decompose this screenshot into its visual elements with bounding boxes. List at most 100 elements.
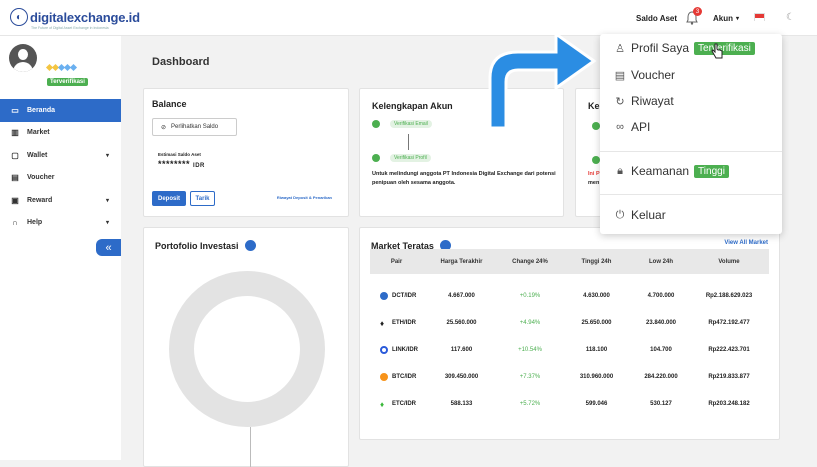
show-balance-label: Perlihatkan Saldo bbox=[171, 124, 219, 130]
hidden-balance: ******** IDR bbox=[158, 159, 205, 169]
monitor-icon: ▭ bbox=[11, 105, 19, 115]
brand-logo[interactable]: ◐ digitalexchange.id The Future of Digit… bbox=[10, 8, 140, 30]
chevron-down-icon: ▾ bbox=[105, 152, 109, 159]
logo-icon: ◐ bbox=[10, 8, 28, 26]
brand-tagline: The Future of Digital Asset Exchange in … bbox=[31, 26, 109, 30]
step-email-label: Verifikasi Email bbox=[390, 120, 432, 128]
partial-line2: men bbox=[588, 180, 600, 186]
trend-icon[interactable] bbox=[244, 240, 256, 251]
sidebar-nav: ▭ Beranda ▥ Market ▢ Wallet ▾ ▤ Voucher ▣ Rewa… bbox=[0, 99, 121, 234]
menu-item-label: Voucher bbox=[631, 68, 676, 82]
menu-item-profile[interactable]: ♙ Profil Saya Terverifikasi bbox=[614, 41, 755, 55]
sidebar-item-help[interactable]: ∩ Help ▾ bbox=[0, 212, 121, 235]
chart-icon: ▥ bbox=[11, 128, 19, 138]
column-header[interactable]: Pair bbox=[370, 259, 423, 265]
chevron-down-icon: ▾ bbox=[736, 15, 740, 22]
sidebar-item-market[interactable]: ▥ Market bbox=[0, 122, 121, 145]
power-icon: ⏻ bbox=[615, 208, 625, 221]
moon-icon[interactable]: ☾ bbox=[786, 12, 795, 23]
sidebar-item-reward[interactable]: ▣ Reward ▾ bbox=[0, 189, 121, 212]
step-email: Verifikasi Email bbox=[372, 120, 432, 128]
chevron-down-icon: ▾ bbox=[105, 220, 109, 227]
menu-item-security[interactable]: 🔒︎ Keamanan Tinggi bbox=[614, 164, 729, 178]
account-dropdown-menu: ♙ Profil Saya Terverifikasi ▤ Voucher ↻ Riwa… bbox=[600, 34, 782, 234]
gem-icon bbox=[69, 63, 78, 72]
menu-item-voucher[interactable]: ▤ Voucher bbox=[614, 68, 675, 82]
menu-item-history[interactable]: ↻ Riwayat bbox=[614, 94, 673, 108]
collapse-sidebar-button[interactable]: « bbox=[96, 239, 121, 256]
table-row[interactable]: DCT/IDR 4.667.000 +0.19% 4.630.000 4.700… bbox=[370, 283, 769, 309]
btc-coin-icon bbox=[380, 373, 388, 381]
column-header[interactable]: Harga Terakhir bbox=[423, 259, 500, 265]
deposit-button[interactable]: Deposit bbox=[152, 191, 186, 206]
check-icon bbox=[592, 156, 600, 164]
chart-pointer-line bbox=[250, 427, 251, 467]
wallet-icon: ▢ bbox=[11, 150, 19, 160]
security-level-badge: Tinggi bbox=[694, 164, 729, 178]
notification-badge: 3 bbox=[693, 7, 702, 16]
eth-coin-icon: ♦ bbox=[380, 318, 385, 328]
link-icon: ∞ bbox=[616, 121, 624, 133]
show-balance-button[interactable]: ⊘ Perlihatkan Saldo bbox=[152, 118, 237, 136]
check-icon bbox=[372, 154, 380, 162]
saldo-aset-link[interactable]: Saldo Aset bbox=[636, 0, 677, 36]
sidebar-item-beranda[interactable]: ▭ Beranda bbox=[0, 99, 121, 122]
market-card: Market Teratas View All Market Pair Harg… bbox=[359, 227, 780, 440]
step-profile: Verifikasi Profil bbox=[372, 154, 431, 162]
column-header[interactable]: Low 24h bbox=[633, 259, 689, 265]
indonesia-flag-icon[interactable] bbox=[754, 13, 765, 22]
sidebar-item-label: Market bbox=[27, 129, 50, 137]
column-header[interactable]: Change 24% bbox=[500, 259, 560, 265]
sidebar: Terverifikasi ▭ Beranda ▥ Market ▢ Wallet ▾ … bbox=[0, 36, 121, 460]
menu-item-logout[interactable]: ⏻ Keluar bbox=[614, 208, 666, 222]
table-row[interactable]: LINK/IDR 117.600 +10.54% 118.100 104.700… bbox=[370, 337, 769, 363]
market-table-header: Pair Harga Terakhir Change 24% Tinggi 24… bbox=[370, 249, 769, 274]
estimate-label: Estimasi Saldo Aset bbox=[158, 152, 201, 157]
step-profile-label: Verifikasi Profil bbox=[390, 154, 431, 162]
table-row[interactable]: ♦ ETH/IDR 25.560.000 +4.94% 25.650.000 23… bbox=[370, 310, 769, 336]
view-all-market-link[interactable]: View All Market bbox=[724, 240, 768, 246]
table-row[interactable]: ♦ ETC/IDR 588.133 +5.72% 599.046 530.127 … bbox=[370, 391, 769, 417]
menu-item-label: Keamanan bbox=[631, 164, 690, 178]
column-header[interactable]: Volume bbox=[689, 259, 769, 265]
chevron-down-icon: ▾ bbox=[105, 197, 109, 204]
headset-icon: ∩ bbox=[12, 218, 18, 228]
sidebar-item-label: Voucher bbox=[27, 174, 55, 182]
sidebar-item-voucher[interactable]: ▤ Voucher bbox=[0, 167, 121, 190]
account-menu[interactable]: Akun ▾ bbox=[713, 0, 739, 36]
menu-divider bbox=[600, 194, 782, 195]
dct-coin-icon bbox=[380, 292, 388, 300]
avatar[interactable] bbox=[9, 44, 37, 72]
account-label: Akun bbox=[713, 13, 733, 23]
voucher-icon: ▤ bbox=[614, 69, 626, 82]
voucher-icon: ▤ bbox=[11, 173, 19, 183]
completeness-title: Kelengkapan Akun bbox=[372, 101, 453, 111]
pointer-arrow-graphic bbox=[488, 31, 597, 130]
eye-off-icon: ⊘ bbox=[161, 124, 167, 131]
user-icon: ♙ bbox=[615, 42, 625, 55]
etc-coin-icon: ♦ bbox=[380, 399, 385, 409]
sidebar-item-label: Wallet bbox=[27, 151, 48, 159]
table-row[interactable]: BTC/IDR 309.450.000 +7.37% 310.960.000 2… bbox=[370, 364, 769, 390]
menu-divider bbox=[600, 151, 782, 152]
completeness-description: Untuk melindungi anggota PT Indonesia Di… bbox=[372, 171, 556, 186]
portfolio-title: Portofolio Investasi bbox=[155, 240, 239, 251]
deposit-history-link[interactable]: Riwayat Deposit & Penarikan bbox=[277, 195, 332, 200]
lock-icon: 🔒︎ bbox=[617, 164, 623, 177]
menu-item-label: Profil Saya bbox=[631, 41, 690, 55]
sidebar-item-wallet[interactable]: ▢ Wallet ▾ bbox=[0, 144, 121, 167]
verified-badge: Terverifikasi bbox=[47, 78, 88, 86]
top-bar: ◐ digitalexchange.id The Future of Digit… bbox=[0, 0, 817, 36]
portfolio-donut-chart bbox=[169, 271, 325, 427]
gift-icon: ▣ bbox=[11, 195, 19, 205]
menu-item-label: Keluar bbox=[631, 208, 666, 222]
sidebar-item-label: Reward bbox=[27, 196, 53, 204]
partial-line1: Ini P bbox=[588, 171, 600, 177]
withdraw-button[interactable]: Tarik bbox=[190, 191, 215, 206]
balance-title: Balance bbox=[152, 99, 187, 109]
member-level-gems bbox=[45, 63, 78, 72]
link-coin-icon bbox=[380, 346, 388, 354]
hand-cursor-icon bbox=[711, 43, 723, 59]
column-header[interactable]: Tinggi 24h bbox=[560, 259, 633, 265]
menu-item-api[interactable]: ∞ API bbox=[614, 120, 650, 134]
